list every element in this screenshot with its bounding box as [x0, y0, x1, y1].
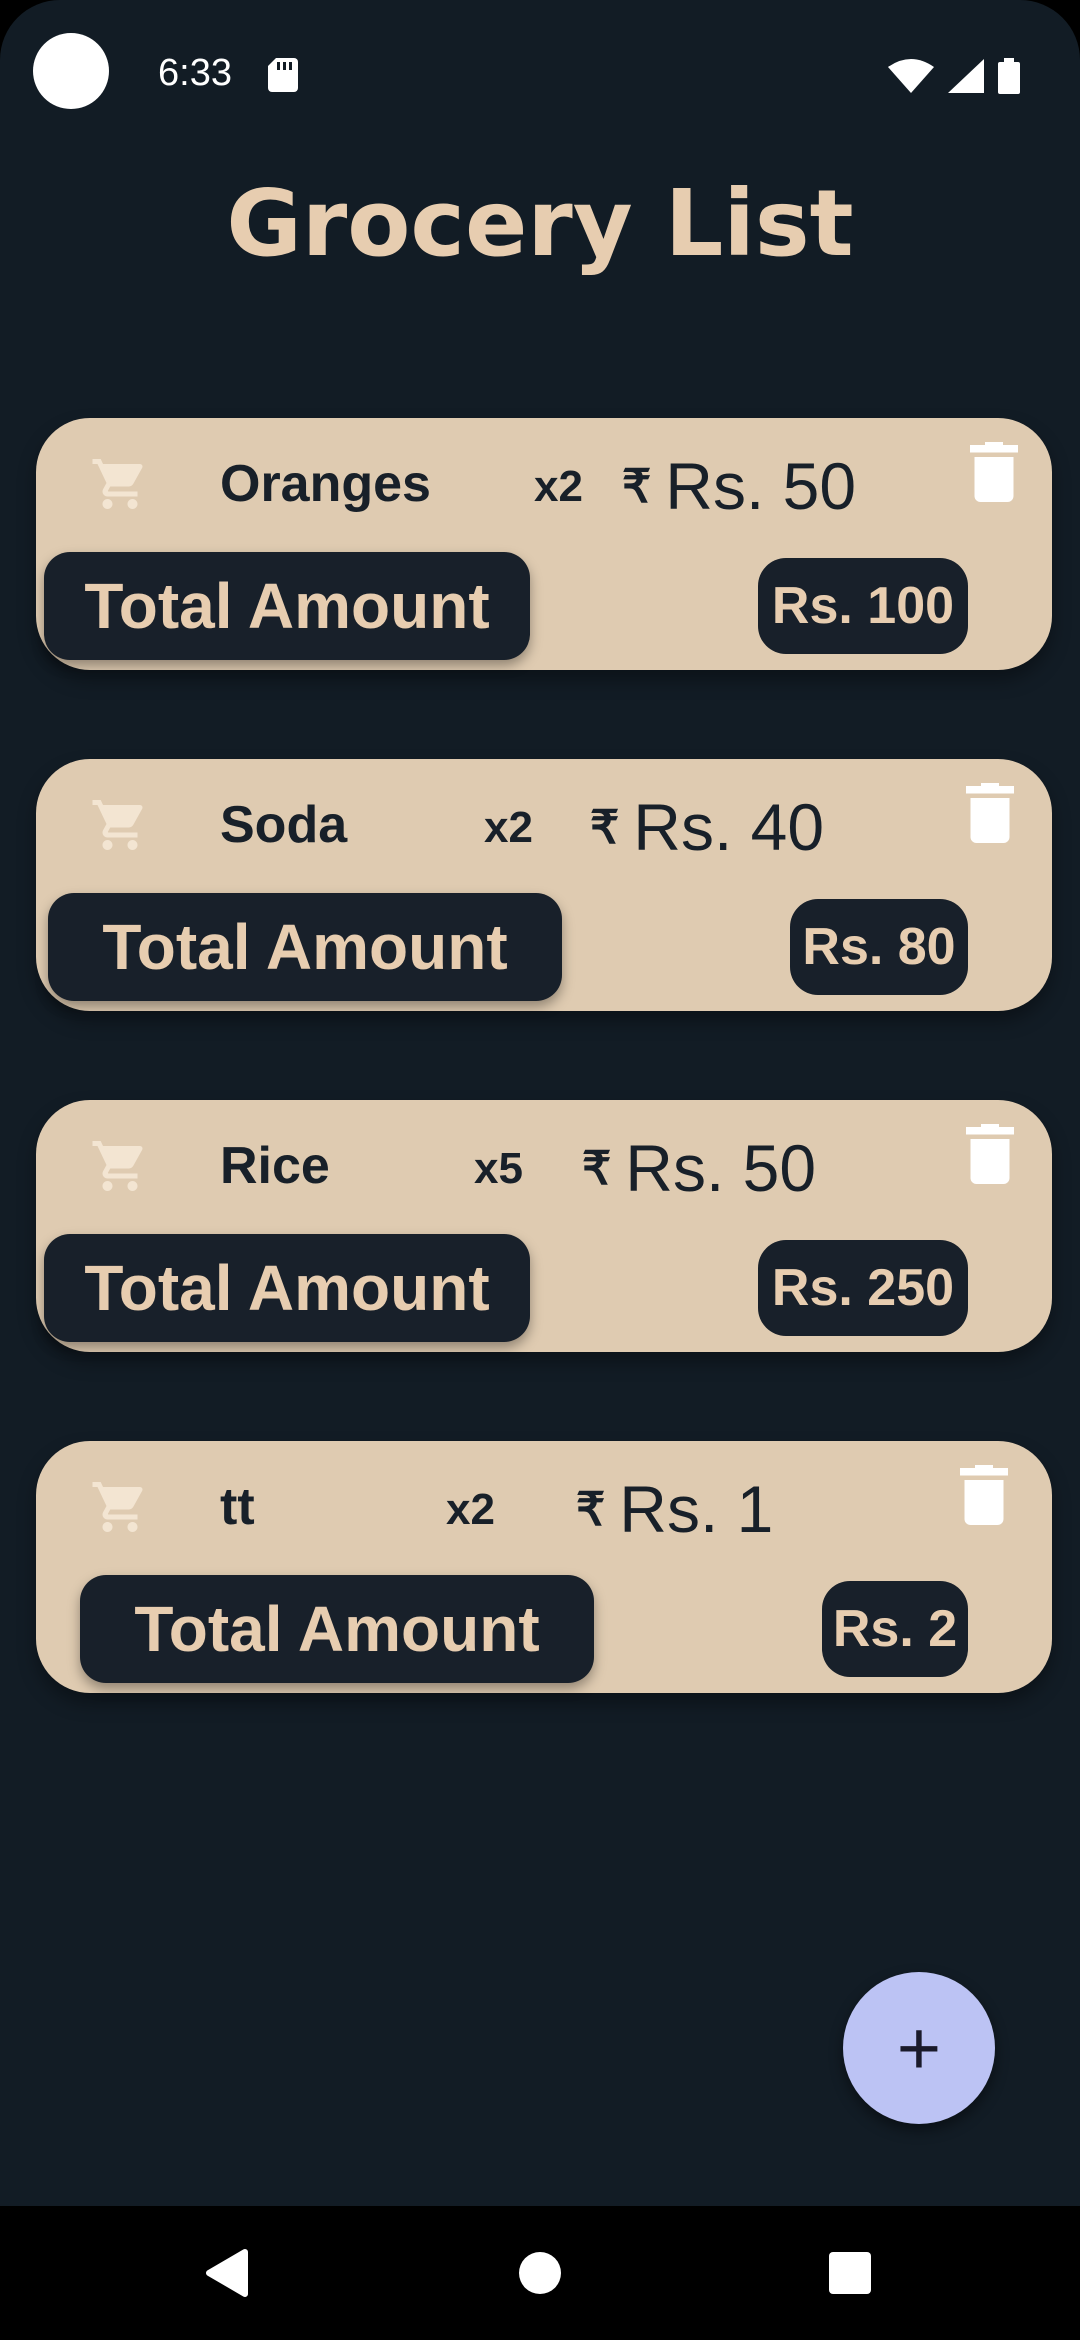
back-button[interactable] [166, 2206, 286, 2340]
battery-icon [998, 58, 1020, 94]
item-name: Soda [220, 796, 348, 854]
item-quantity: x2 [534, 462, 583, 511]
system-icons [888, 58, 1020, 94]
item-price: ₹ Rs. 50 [582, 1130, 816, 1206]
recents-button[interactable] [790, 2206, 910, 2340]
cart-icon [92, 1141, 143, 1191]
rupee-icon: ₹ [590, 801, 620, 853]
cart-icon [92, 800, 143, 850]
home-icon [519, 2252, 561, 2294]
trash-icon[interactable] [960, 1465, 1008, 1525]
rupee-icon: ₹ [576, 1483, 606, 1535]
item-name: Oranges [220, 455, 431, 513]
grocery-item-card[interactable]: Soda x2 ₹ Rs. 40 Total Amount Rs. 80 [36, 759, 1052, 1011]
item-price: ₹ Rs. 40 [590, 789, 824, 865]
status-bar: 6:33 [0, 0, 1080, 150]
item-price-value: Rs. 40 [633, 790, 825, 864]
rupee-icon: ₹ [622, 460, 652, 512]
trash-icon[interactable] [966, 783, 1014, 843]
grocery-item-card[interactable]: Rice x5 ₹ Rs. 50 Total Amount Rs. 250 [36, 1100, 1052, 1352]
plus-icon: + [896, 2005, 942, 2091]
total-amount-value: Rs. 2 [822, 1581, 968, 1677]
grocery-item-card[interactable]: Oranges x2 ₹ Rs. 50 Total Amount Rs. 100 [36, 418, 1052, 670]
total-amount-label: Total Amount [80, 1575, 594, 1683]
back-icon [206, 2249, 248, 2297]
cart-icon [92, 459, 143, 509]
item-price: ₹ Rs. 1 [576, 1471, 773, 1547]
total-amount-label: Total Amount [44, 1234, 530, 1342]
navigation-bar [0, 2206, 1080, 2340]
total-amount-value: Rs. 250 [758, 1240, 968, 1336]
camera-cutout [33, 33, 109, 109]
signal-icon [948, 59, 984, 93]
item-price-value: Rs. 1 [619, 1472, 774, 1546]
cart-icon [92, 1482, 143, 1532]
grocery-item-card[interactable]: tt x2 ₹ Rs. 1 Total Amount Rs. 2 [36, 1441, 1052, 1693]
screen: 6:33 Grocery List Oranges x2 ₹ Rs. 50 To… [0, 0, 1080, 2340]
total-amount-label: Total Amount [48, 893, 562, 1001]
recents-icon [829, 2252, 871, 2294]
total-amount-label: Total Amount [44, 552, 530, 660]
trash-icon[interactable] [966, 1124, 1014, 1184]
trash-icon[interactable] [970, 442, 1018, 502]
item-name: tt [220, 1478, 255, 1536]
item-price-value: Rs. 50 [625, 1131, 817, 1205]
item-price-value: Rs. 50 [665, 449, 857, 523]
total-amount-value: Rs. 80 [790, 899, 968, 995]
item-name: Rice [220, 1137, 330, 1195]
item-quantity: x5 [474, 1144, 523, 1193]
item-quantity: x2 [484, 803, 533, 852]
status-time: 6:33 [158, 52, 232, 94]
item-price: ₹ Rs. 50 [622, 448, 856, 524]
home-button[interactable] [480, 2206, 600, 2340]
total-amount-value: Rs. 100 [758, 558, 968, 654]
rupee-icon: ₹ [582, 1142, 612, 1194]
wifi-icon [888, 59, 934, 93]
item-quantity: x2 [446, 1485, 495, 1534]
page-title: Grocery List [226, 170, 854, 277]
add-item-button[interactable]: + [843, 1972, 995, 2124]
sd-card-icon [268, 58, 298, 92]
